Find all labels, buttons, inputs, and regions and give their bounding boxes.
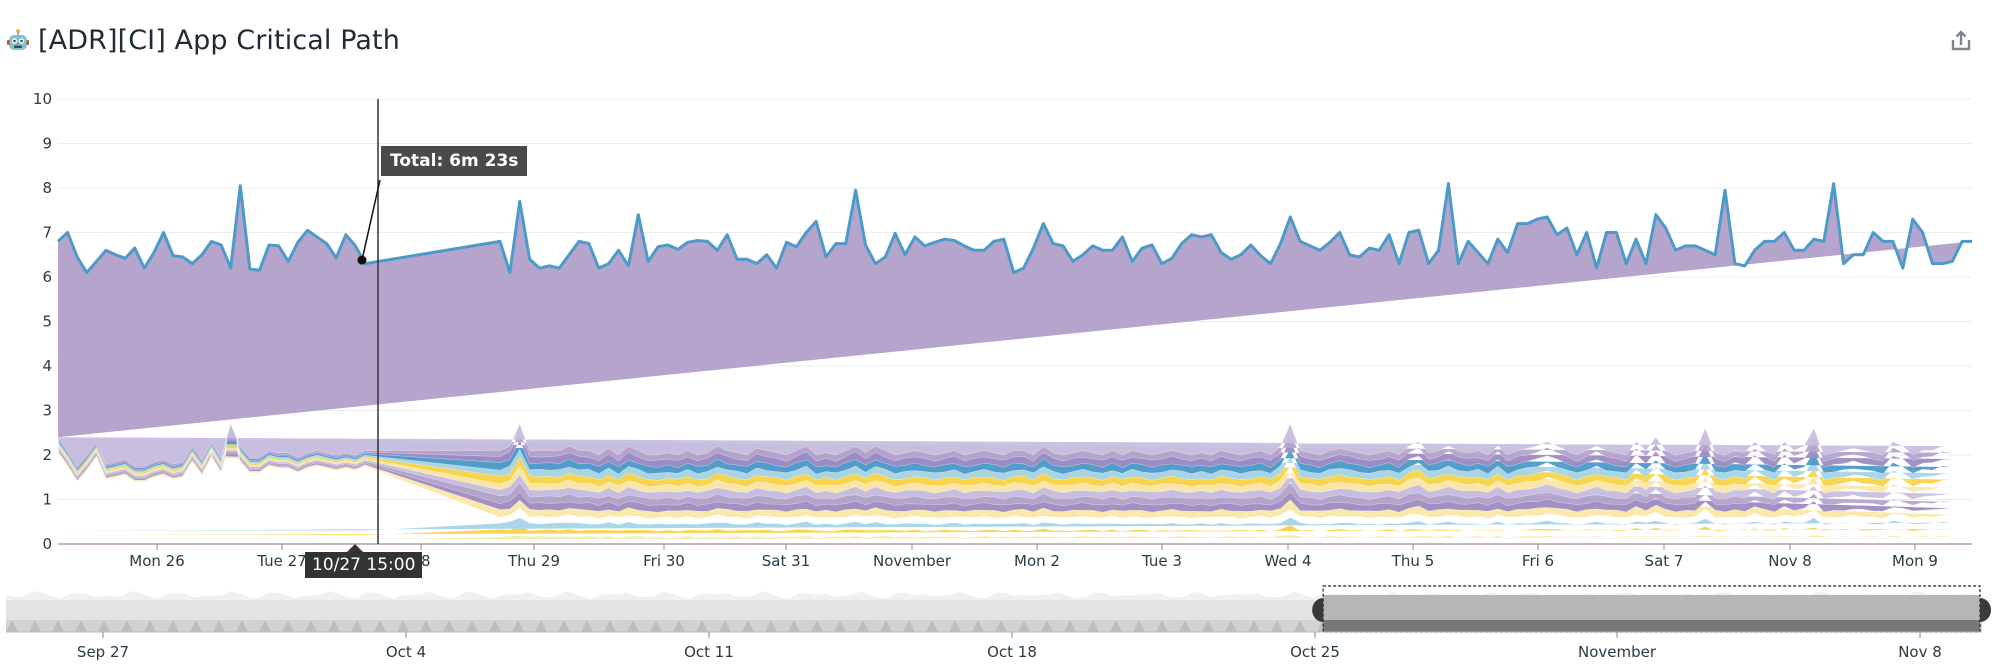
widget-title: [ADR][CI] App Critical Path	[38, 24, 400, 56]
y-tick-label: 6	[42, 268, 52, 286]
x-tick-label: Mon 26	[129, 552, 184, 570]
y-tick-label: 8	[42, 179, 52, 197]
x-tick-label: Tue 27	[256, 552, 306, 570]
x-tick-label: November	[873, 552, 952, 570]
navigator-tick-label: Oct 4	[386, 643, 426, 661]
navigator-tick-label: November	[1578, 643, 1657, 661]
area-top-component	[58, 183, 1972, 438]
x-tick-label: Fri 6	[1522, 552, 1554, 570]
navigator-tick-label: Nov 8	[1898, 643, 1942, 661]
stacked-area-chart[interactable]: 012345678910Mon 26Tue 2728Thu 29Fri 30Sa…	[0, 80, 1999, 580]
navigator-tick-label: Oct 18	[987, 643, 1037, 661]
x-tick-label: Wed 4	[1264, 552, 1311, 570]
robot-icon	[7, 29, 29, 50]
navigator-tick-label: Oct 11	[684, 643, 734, 661]
widget-header: [ADR][CI] App Critical Path	[6, 20, 400, 60]
navigator-tick-label: Sep 27	[77, 643, 129, 661]
area-band	[58, 517, 1953, 531]
navigator-selection-low	[1323, 620, 1980, 632]
y-tick-label: 2	[42, 446, 52, 464]
x-tick-label: Mon 9	[1892, 552, 1938, 570]
x-tick-label: Thu 5	[1391, 552, 1435, 570]
x-tick-label: Tue 3	[1141, 552, 1182, 570]
y-tick-label: 5	[42, 313, 52, 331]
y-tick-label: 1	[42, 491, 52, 509]
x-tick-label: Sat 7	[1645, 552, 1684, 570]
x-tick-label: Thu 29	[507, 552, 560, 570]
x-tick-label: Fri 30	[643, 552, 685, 570]
timeline-navigator[interactable]: Sep 27 Oct 4 Oct 11 Oct 18 Oct 25 November Nov…	[0, 578, 1999, 667]
crosshair-time-label: 10/27 15:00	[305, 544, 423, 578]
y-tick-label: 7	[42, 224, 52, 242]
navigator-right-handle[interactable]	[1980, 598, 1991, 622]
y-tick-label: 0	[42, 535, 52, 553]
y-tick-label: 4	[42, 357, 52, 375]
y-tick-label: 9	[42, 135, 52, 153]
x-tick-label: Mon 2	[1014, 552, 1060, 570]
y-tick-label: 3	[42, 402, 52, 420]
x-tick-label: Sat 31	[762, 552, 810, 570]
export-icon[interactable]	[1948, 28, 1974, 54]
area-band	[58, 534, 1953, 540]
y-tick-label: 10	[33, 90, 52, 108]
navigator-tick-label: Oct 25	[1290, 643, 1340, 661]
x-tick-label: Nov 8	[1768, 552, 1812, 570]
hover-point	[357, 255, 367, 265]
total-tooltip: Total: 6m 23s	[381, 146, 528, 176]
